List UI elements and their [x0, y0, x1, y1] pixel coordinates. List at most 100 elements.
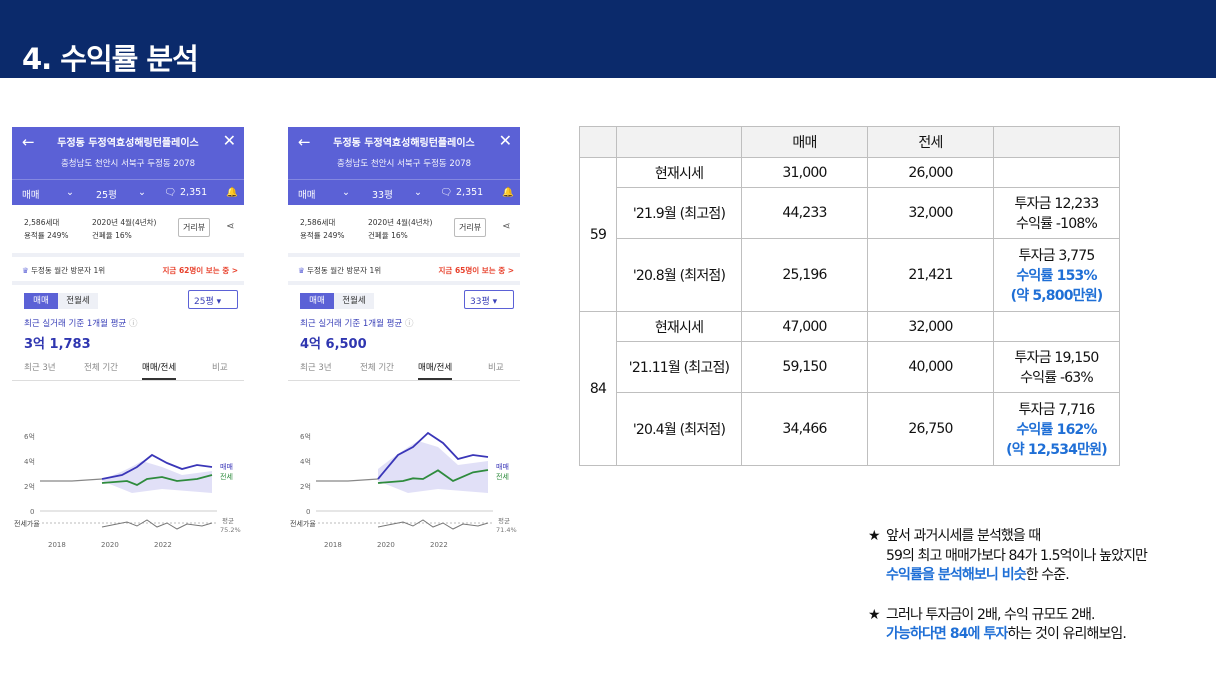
tab-all-period[interactable]: 전체 기간 [84, 361, 118, 373]
tab-sale-lease[interactable]: 매매/전세 [418, 361, 453, 380]
ratio-line [377, 519, 489, 530]
info-icon[interactable]: ⓘ [129, 319, 138, 329]
sale-cell: 34,466 [741, 392, 868, 466]
analysis-notes: ★ 앞서 과거시세를 분석했을 때 59의 최고 매매가보다 84가 1.5억이나… [868, 527, 1148, 665]
note-cell: 투자금 7,716 수익률 162% (약 12,534만원) [993, 392, 1120, 466]
tab-all-period[interactable]: 전체 기간 [360, 361, 394, 373]
price-history-chart: 6억 4억 2억 0 매매 전세 전세가율 평균 71.4% 2018 2020… [290, 431, 517, 549]
note-text: 하는 것이 유리해보임. [1007, 626, 1126, 642]
size-cell: 84 [579, 311, 617, 466]
size-dropdown[interactable]: 25평 ▾ [188, 290, 238, 309]
complex-stats: 2,586세대 용적률 249% 2020년 4월(4년차) 건폐율 16% 거… [288, 205, 520, 253]
ratio-avg-label: 평균 [222, 516, 234, 525]
yield-highlight: 수익률 153% [1016, 268, 1097, 284]
note-cell [993, 311, 1120, 342]
x-tick: 2020 [101, 541, 119, 549]
tab-rent[interactable]: 전월세 [334, 293, 374, 309]
star-icon: ★ [868, 606, 881, 623]
tab-trade[interactable]: 매매 [24, 293, 58, 309]
note-line: 투자금 19,150 [1014, 350, 1099, 366]
x-tick: 2018 [324, 541, 342, 549]
price-history-chart: 6억 4억 2억 0 매매 전세 전세가율 평균 75.2% 2018 2020… [14, 433, 241, 549]
star-icon: ★ [868, 528, 881, 544]
street-view-button[interactable]: 거리뷰 [454, 218, 487, 237]
chevron-down-icon: ⌄ [138, 187, 146, 198]
note-text: 그러나 투자금이 2배, 수익 규모도 2배. [886, 606, 1095, 623]
row-label: '21.11월 (최고점) [616, 341, 742, 393]
bell-icon[interactable]: 🔔 [226, 187, 238, 198]
note-text: 한 수준. [1025, 567, 1070, 583]
size-select[interactable]: 33평 [372, 187, 393, 201]
note-1: ★ 앞서 과거시세를 분석했을 때 59의 최고 매매가보다 84가 1.5억이나… [868, 527, 1148, 586]
share-icon[interactable]: ⋖ [226, 221, 234, 232]
yield-table: 매매 전세 59 현재시세 31,000 26,000 '21.9월 (최고점)… [579, 126, 1120, 466]
tab-compare[interactable]: 비교 [212, 361, 228, 373]
average-price: 최근 실거래 기준 1개월 평균 ⓘ 4억 6,500 [288, 315, 520, 357]
complex-name: 두정동 두정역효성해링턴플레이스 [333, 138, 475, 149]
households: 2,586세대 [24, 218, 60, 227]
floor-area-ratio: 용적률 249% [24, 231, 69, 240]
visitor-banner[interactable]: ♛ 두정동 월간 방문자 1위 지금 65명이 보는 중 > [288, 253, 520, 285]
sale-cell: 44,233 [741, 187, 868, 239]
close-icon[interactable]: ✕ [223, 131, 236, 150]
ratio-avg-value: 75.2% [220, 526, 241, 534]
profit-highlight: (약 12,534만원) [1006, 442, 1108, 458]
tab-trade[interactable]: 매매 [300, 293, 334, 309]
tab-sale-lease[interactable]: 매매/전세 [142, 361, 177, 380]
note-2: ★ 그러나 투자금이 2배, 수익 규모도 2배. 가능하다면 84에 투자하는 … [868, 606, 1147, 645]
live-viewers: 지금 62명이 보는 중 > [162, 266, 238, 275]
ratio-label: 전세가율 [290, 519, 316, 528]
table-header-cell [579, 126, 617, 158]
lease-cell: 21,421 [867, 238, 994, 312]
bell-icon[interactable]: 🔔 [502, 187, 514, 198]
average-value: 3억 1,783 [24, 337, 91, 352]
sale-cell: 25,196 [741, 238, 868, 312]
info-icon[interactable]: ⓘ [405, 319, 414, 329]
visitor-banner[interactable]: ♛ 두정동 월간 방문자 1위 지금 62명이 보는 중 > [12, 253, 244, 285]
note-line: 투자금 7,716 [1018, 402, 1096, 418]
x-tick: 2022 [430, 541, 448, 549]
app-top-bar: ← 두정동 두정역효성해링턴플레이스 ✕ 충청남도 천안시 서북구 두정동 20… [12, 127, 244, 205]
comment-icon[interactable]: 🗨 [164, 187, 176, 198]
yield-highlight: 수익률 162% [1016, 422, 1097, 438]
lease-cell: 32,000 [867, 311, 994, 342]
period-tabs: 최근 3년 전체 기간 매매/전세 비교 [12, 357, 244, 381]
tab-compare[interactable]: 비교 [488, 361, 504, 373]
tab-recent-3y[interactable]: 최근 3년 [24, 361, 56, 373]
profit-highlight: (약 5,800만원) [1010, 288, 1104, 304]
x-tick: 2018 [48, 541, 66, 549]
row-label: 현재시세 [616, 157, 742, 188]
note-line: 수익률 -108% [1016, 216, 1098, 232]
close-icon[interactable]: ✕ [499, 131, 512, 150]
visit-label: 두정동 월간 방문자 1위 [307, 266, 382, 275]
apartment-app-screenshot-25: ← 두정동 두정역효성해링턴플레이스 ✕ 충청남도 천안시 서북구 두정동 20… [12, 127, 244, 553]
average-label: 최근 실거래 기준 1개월 평균 ⓘ [300, 317, 413, 329]
trade-type-select[interactable]: 매매 [22, 187, 39, 201]
slide-header: 4. 수익률 분석 [0, 0, 1216, 78]
x-tick: 2020 [377, 541, 395, 549]
trade-tabs: 매매 전월세 25평 ▾ [12, 285, 244, 315]
trade-type-select[interactable]: 매매 [298, 187, 315, 201]
chevron-down-icon: ⌄ [66, 187, 74, 198]
series-label-lease: 전세 [220, 472, 233, 481]
note-cell: 투자금 3,775 수익률 153% (약 5,800만원) [993, 238, 1120, 312]
tab-rent[interactable]: 전월세 [58, 293, 98, 309]
average-price: 최근 실거래 기준 1개월 평균 ⓘ 3억 1,783 [12, 315, 244, 357]
note-highlight: 가능하다면 84에 투자 [886, 626, 1008, 642]
y-tick: 6억 [24, 433, 35, 441]
share-icon[interactable]: ⋖ [502, 221, 510, 232]
complex-address: 충청남도 천안시 서북구 두정동 2078 [336, 159, 472, 169]
note-cell [993, 157, 1120, 188]
y-tick: 4억 [24, 458, 35, 466]
crown-icon: ♛ [22, 266, 32, 275]
size-select[interactable]: 25평 [96, 187, 117, 201]
ratio-label: 전세가율 [14, 519, 40, 528]
size-dropdown[interactable]: 33평 ▾ [464, 290, 514, 309]
comment-icon[interactable]: 🗨 [440, 187, 452, 198]
tab-recent-3y[interactable]: 최근 3년 [300, 361, 332, 373]
note-highlight: 수익률을 분석해보니 비슷 [886, 567, 1027, 583]
apartment-app-screenshot-33: ← 두정동 두정역효성해링턴플레이스 ✕ 충청남도 천안시 서북구 두정동 20… [288, 127, 520, 553]
street-view-button[interactable]: 거리뷰 [178, 218, 211, 237]
lease-cell: 40,000 [867, 341, 994, 393]
history-line [40, 478, 103, 482]
